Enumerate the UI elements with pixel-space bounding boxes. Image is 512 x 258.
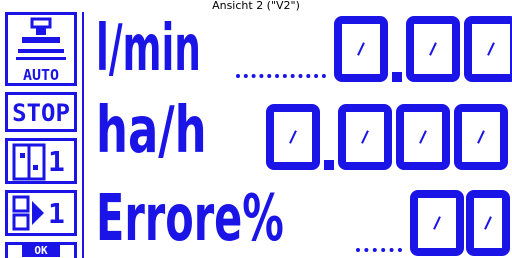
boom-indicator[interactable]: 1 [5, 190, 77, 236]
caption-title: Ansicht 2 ("V2") [212, 0, 300, 12]
auto-mode-button[interactable]: AUTO [5, 12, 77, 86]
readout-unit-error: Errore% [96, 182, 284, 256]
divider [82, 12, 84, 258]
ok-indicator[interactable]: OK [5, 242, 77, 258]
decimal-point [324, 160, 334, 170]
ok-label: OK [22, 245, 60, 257]
boom-icon [12, 195, 44, 231]
digit [406, 16, 460, 82]
digit [338, 104, 392, 170]
digit [466, 190, 510, 256]
section-icon [12, 143, 46, 181]
stop-label: STOP [12, 99, 70, 127]
readout-unit-work-rate: ha/h [96, 94, 207, 168]
auto-label: AUTO [22, 66, 60, 84]
lcd-screen: AUTO STOP 1 1 OK l/min ha/h Errore% [0, 12, 512, 258]
stop-button[interactable]: STOP [5, 92, 77, 132]
dotted-leader [236, 74, 326, 78]
digit [334, 16, 388, 82]
section-count: 1 [48, 145, 65, 178]
digit [410, 190, 464, 256]
digit [454, 104, 508, 170]
boom-count: 1 [48, 197, 65, 230]
digit [266, 104, 320, 170]
digit [396, 104, 450, 170]
dotted-leader [356, 248, 402, 252]
decimal-point [392, 72, 402, 82]
digit [464, 16, 512, 82]
readout-unit-flow: l/min [96, 12, 201, 86]
section-indicator[interactable]: 1 [5, 138, 77, 184]
sprayer-icon [16, 17, 66, 60]
